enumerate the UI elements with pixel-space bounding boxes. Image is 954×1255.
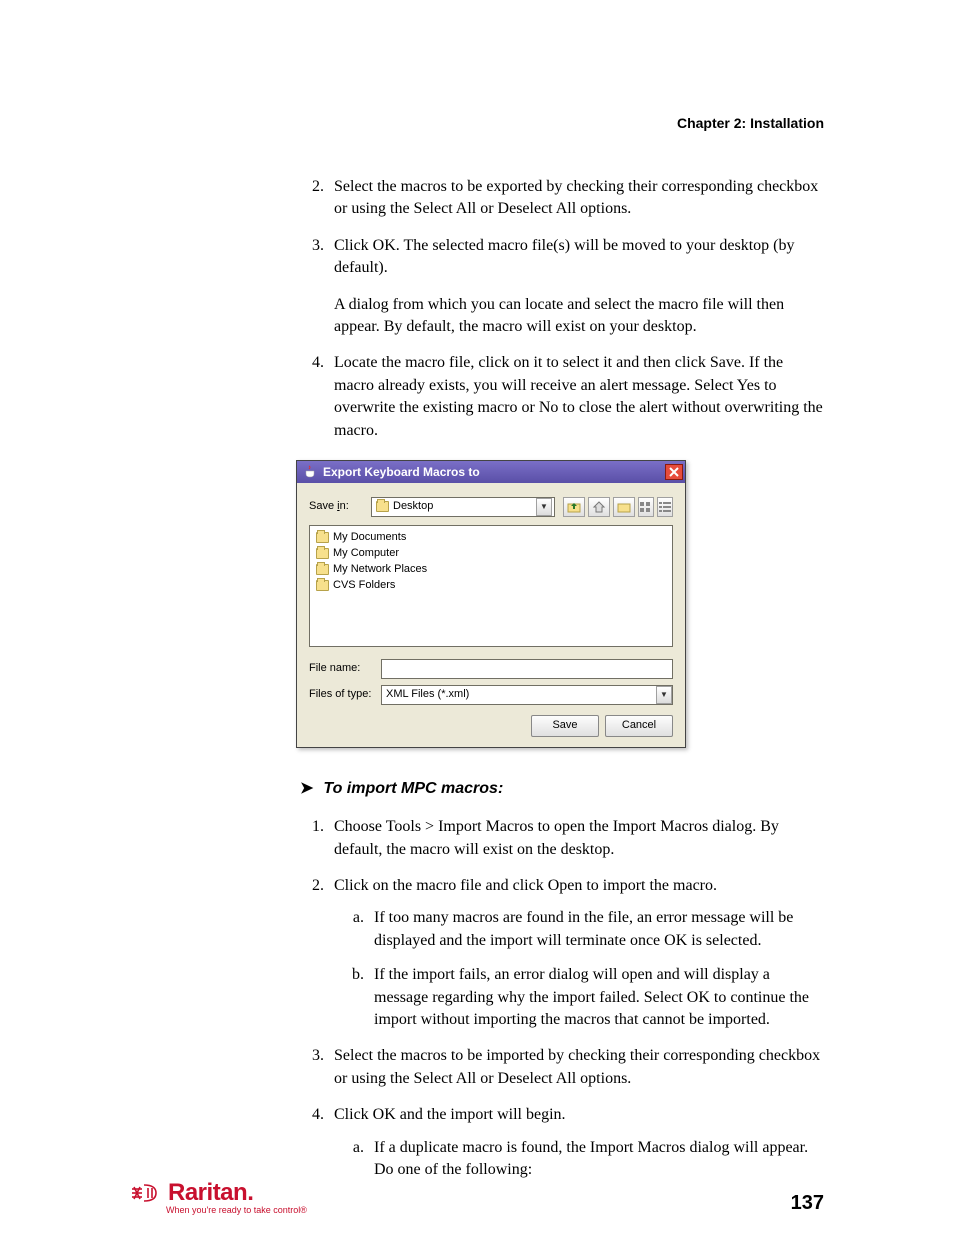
save-in-row: Save in: Desktop ▼ bbox=[309, 497, 673, 517]
close-button[interactable] bbox=[665, 464, 683, 480]
list-item[interactable]: My Computer bbox=[316, 546, 666, 562]
file-name-input[interactable] bbox=[381, 659, 673, 679]
list-view-icon bbox=[640, 502, 652, 512]
details-view-icon bbox=[659, 502, 671, 512]
file-item-label: My Network Places bbox=[333, 562, 427, 577]
save-in-label: Save in: bbox=[309, 499, 371, 514]
up-folder-button[interactable] bbox=[563, 497, 585, 517]
import-step-2-sublist: If too many macros are found in the file… bbox=[334, 907, 824, 1031]
dropdown-arrow-icon[interactable]: ▼ bbox=[536, 498, 552, 516]
export-steps-list: Select the macros to be exported by chec… bbox=[300, 176, 824, 442]
details-view-button[interactable] bbox=[657, 497, 673, 517]
import-step-3: Select the macros to be imported by chec… bbox=[328, 1045, 824, 1090]
import-step-1-text: Choose Tools > Import Macros to open the… bbox=[334, 818, 779, 857]
new-folder-icon bbox=[617, 501, 631, 513]
import-step-2: Click on the macro file and click Open t… bbox=[328, 875, 824, 1031]
import-step-4-sublist: If a duplicate macro is found, the Impor… bbox=[334, 1137, 824, 1182]
arrow-icon: ➤ bbox=[300, 780, 313, 797]
up-folder-icon bbox=[567, 501, 581, 513]
import-subheading: ➤ To import MPC macros: bbox=[300, 778, 824, 800]
dropdown-arrow-icon[interactable]: ▼ bbox=[656, 686, 672, 704]
import-step-2a-text: If too many macros are found in the file… bbox=[374, 909, 793, 948]
folder-icon bbox=[316, 580, 329, 591]
list-view-button[interactable] bbox=[638, 497, 654, 517]
import-step-1: Choose Tools > Import Macros to open the… bbox=[328, 816, 824, 861]
step-2-text: Select the macros to be exported by chec… bbox=[334, 178, 818, 217]
dialog-titlebar: Export Keyboard Macros to bbox=[297, 461, 685, 483]
file-type-label: Files of type: bbox=[309, 687, 381, 702]
dialog-button-row: Save Cancel bbox=[309, 715, 673, 737]
file-item-label: My Documents bbox=[333, 530, 406, 545]
file-name-row: File name: bbox=[309, 659, 673, 679]
page-number: 137 bbox=[791, 1192, 824, 1215]
close-icon bbox=[669, 467, 679, 477]
import-subheading-text: To import MPC macros: bbox=[323, 780, 503, 797]
file-list[interactable]: My Documents My Computer My Network Plac… bbox=[309, 525, 673, 647]
import-step-4: Click OK and the import will begin. If a… bbox=[328, 1104, 824, 1181]
list-item[interactable]: CVS Folders bbox=[316, 578, 666, 594]
import-step-2b: If the import fails, an error dialog wil… bbox=[368, 964, 824, 1031]
step-3: Click OK. The selected macro file(s) wil… bbox=[328, 235, 824, 339]
dialog-body: Save in: Desktop ▼ bbox=[297, 483, 685, 747]
folder-icon bbox=[316, 548, 329, 559]
brand-logo: Raritan. When you're ready to take contr… bbox=[130, 1179, 307, 1215]
dialog-toolbar bbox=[563, 497, 673, 517]
file-type-value: XML Files (*.xml) bbox=[386, 687, 469, 702]
import-step-2a: If too many macros are found in the file… bbox=[368, 907, 824, 952]
file-item-label: My Computer bbox=[333, 546, 399, 561]
main-content: Select the macros to be exported by chec… bbox=[300, 176, 824, 1181]
step-4-text: Locate the macro file, click on it to se… bbox=[334, 354, 823, 438]
list-item[interactable]: My Network Places bbox=[316, 562, 666, 578]
file-item-label: CVS Folders bbox=[333, 578, 395, 593]
file-name-label: File name: bbox=[309, 661, 381, 676]
dialog-title: Export Keyboard Macros to bbox=[323, 464, 665, 481]
file-type-dropdown[interactable]: XML Files (*.xml) ▼ bbox=[381, 685, 673, 705]
folder-icon bbox=[376, 501, 389, 512]
export-dialog: Export Keyboard Macros to Save in: Deskt… bbox=[296, 460, 686, 748]
file-type-row: Files of type: XML Files (*.xml) ▼ bbox=[309, 685, 673, 705]
step-2: Select the macros to be exported by chec… bbox=[328, 176, 824, 221]
import-step-4-text: Click OK and the import will begin. bbox=[334, 1106, 566, 1123]
chapter-heading: Chapter 2: Installation bbox=[130, 115, 824, 131]
brand-name: Raritan. bbox=[168, 1179, 253, 1207]
home-icon bbox=[592, 501, 606, 513]
list-item[interactable]: My Documents bbox=[316, 530, 666, 546]
save-in-dropdown[interactable]: Desktop ▼ bbox=[371, 497, 555, 517]
logo-mark-icon bbox=[130, 1181, 164, 1205]
folder-icon bbox=[316, 564, 329, 575]
folder-icon bbox=[316, 532, 329, 543]
new-folder-button[interactable] bbox=[613, 497, 635, 517]
save-in-value: Desktop bbox=[393, 499, 433, 514]
import-step-3-text: Select the macros to be imported by chec… bbox=[334, 1047, 820, 1086]
step-3-paragraph: A dialog from which you can locate and s… bbox=[334, 294, 824, 339]
step-3-text: Click OK. The selected macro file(s) wil… bbox=[334, 237, 794, 276]
page-footer: Raritan. When you're ready to take contr… bbox=[130, 1179, 824, 1215]
import-step-4a-text: If a duplicate macro is found, the Impor… bbox=[374, 1139, 808, 1178]
home-button[interactable] bbox=[588, 497, 610, 517]
import-step-2b-text: If the import fails, an error dialog wil… bbox=[374, 966, 809, 1028]
brand-tagline: When you're ready to take control® bbox=[166, 1205, 307, 1215]
save-button[interactable]: Save bbox=[531, 715, 599, 737]
step-4: Locate the macro file, click on it to se… bbox=[328, 352, 824, 442]
import-steps-list: Choose Tools > Import Macros to open the… bbox=[300, 816, 824, 1181]
import-step-4a: If a duplicate macro is found, the Impor… bbox=[368, 1137, 824, 1182]
cancel-button[interactable]: Cancel bbox=[605, 715, 673, 737]
java-icon bbox=[303, 465, 317, 479]
import-step-2-text: Click on the macro file and click Open t… bbox=[334, 877, 717, 894]
